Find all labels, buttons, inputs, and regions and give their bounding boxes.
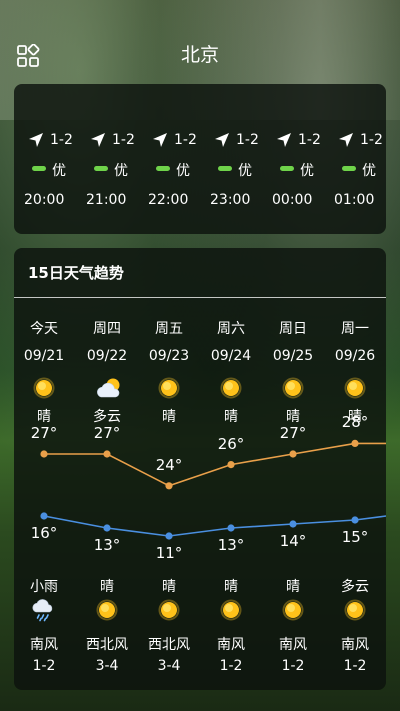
high-temperature-label: 26° — [217, 434, 245, 453]
wind-level: 1-2 — [148, 130, 208, 150]
hour-time: 23:00 — [210, 192, 251, 208]
hour-time: 21:00 — [86, 192, 127, 208]
wind-level: 1-2 — [210, 130, 270, 150]
hour-time: 22:00 — [148, 192, 189, 208]
low-temperature-label: 11° — [155, 544, 183, 562]
wind-direction-icon — [215, 133, 229, 147]
hour-time: 01:00 — [334, 192, 375, 208]
low-temperature-label: 15° — [341, 528, 369, 546]
aqi-good-indicator — [280, 166, 294, 171]
hourly-forecast-card[interactable]: 1-2 优 20:00 1-2 优 21:00 1-2 优 22:00 1-2 … — [14, 84, 386, 234]
wind-direction-icon — [91, 133, 105, 147]
city-title[interactable]: 北京 — [0, 40, 400, 67]
wind-level-text: 1-2 — [236, 132, 259, 148]
aqi-text: 优 — [114, 163, 128, 179]
low-temperature-point — [40, 512, 48, 520]
high-temperature-point — [165, 482, 173, 490]
high-temperature-label: 24° — [155, 455, 183, 474]
high-temperature-point — [103, 450, 111, 458]
aqi-good-indicator — [218, 166, 232, 171]
aqi-text: 优 — [362, 163, 376, 179]
hour-time: 20:00 — [24, 192, 65, 208]
aqi-good-indicator — [342, 166, 356, 171]
low-temperature-label: 16° — [30, 524, 58, 542]
high-temperature-label: 28° — [341, 413, 369, 432]
header: 北京 — [0, 30, 400, 76]
wind-direction-icon — [339, 133, 353, 147]
high-temperature-point — [227, 461, 235, 469]
high-temperature-point — [289, 450, 297, 458]
aqi-badge: 优 — [94, 160, 144, 179]
wind-level: 1-2 — [272, 130, 332, 150]
aqi-text: 优 — [52, 163, 66, 179]
aqi-good-indicator — [94, 166, 108, 171]
low-temperature-point — [227, 524, 235, 532]
aqi-good-indicator — [32, 166, 46, 171]
wind-level-text: 1-2 — [50, 132, 73, 148]
low-temperature-label: 13° — [93, 536, 121, 554]
aqi-badge: 优 — [342, 160, 392, 179]
wind-level: 1-2 — [86, 130, 146, 150]
wind-level-text: 1-2 — [112, 132, 135, 148]
wind-level: 1-2 — [334, 130, 394, 150]
aqi-badge: 优 — [218, 160, 268, 179]
low-temperature-point — [103, 524, 111, 532]
aqi-good-indicator — [156, 166, 170, 171]
wind-level: 1-2 — [24, 130, 84, 150]
aqi-text: 优 — [300, 163, 314, 179]
low-temperature-label: 14° — [279, 532, 307, 550]
low-temperature-point — [165, 532, 173, 540]
wind-direction-icon — [153, 133, 167, 147]
hour-time: 00:00 — [272, 192, 313, 208]
wind-level-text: 1-2 — [360, 132, 383, 148]
aqi-badge: 优 — [280, 160, 330, 179]
high-temperature-point — [351, 439, 359, 447]
low-temperature-point — [289, 520, 297, 528]
wind-level-text: 1-2 — [174, 132, 197, 148]
high-temperature-label: 27° — [93, 424, 121, 442]
aqi-text: 优 — [238, 163, 252, 179]
aqi-badge: 优 — [32, 160, 82, 179]
high-temperature-point — [40, 450, 48, 458]
wind-direction-icon — [277, 133, 291, 147]
low-temperature-point — [351, 516, 359, 524]
aqi-badge: 优 — [156, 160, 206, 179]
wind-direction-icon — [29, 133, 43, 147]
wind-level-text: 1-2 — [298, 132, 321, 148]
high-temperature-label: 27° — [30, 424, 58, 442]
fifteen-day-trend-card[interactable]: 15日天气趋势 今天 09/21 晴 小雨 南风 1-2 周四 09/22 多云… — [14, 248, 386, 690]
high-temperature-label: 27° — [279, 424, 307, 442]
aqi-text: 优 — [176, 163, 190, 179]
low-temperature-label: 13° — [217, 536, 245, 554]
temperature-chart — [40, 439, 386, 540]
